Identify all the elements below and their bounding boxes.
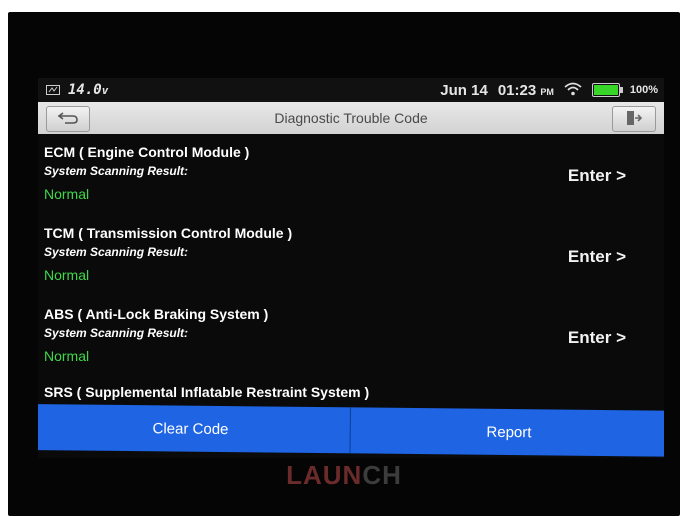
wifi-icon [564,82,582,99]
exit-button[interactable] [612,106,656,132]
system-row-abs: ABS ( Anti-Lock Braking System ) System … [38,298,664,379]
brand-logo: LAUNCH [286,460,402,490]
status-text: Normal [44,186,90,202]
back-arrow-icon [57,111,79,128]
title-bar: Diagnostic Trouble Code [38,102,664,134]
battery-icon [591,83,623,97]
battery-percent: 100% [629,84,658,96]
back-button[interactable] [46,106,90,132]
status-bar: 14.0v Jun 14 01:23 PM 100% [38,78,664,102]
status-date: Jun 14 [440,81,488,99]
system-name: ECM ( Engine Control Module ) [44,144,250,160]
status-text: Normal [44,267,90,283]
scan-result-label: System Scanning Result: [44,245,189,259]
exit-door-icon [625,110,643,129]
scan-result-label: System Scanning Result: [44,326,189,340]
system-list: ECM ( Engine Control Module ) System Sca… [38,136,664,400]
voltage-icon [46,82,60,98]
report-button[interactable]: Report [350,407,664,456]
enter-button-abs[interactable]: Enter > [568,328,626,348]
system-row-tcm: TCM ( Transmission Control Module ) Syst… [38,217,664,298]
enter-button-tcm[interactable]: Enter > [568,247,626,267]
system-name: ABS ( Anti-Lock Braking System ) [44,306,269,322]
status-text: Normal [44,348,90,364]
system-row-ecm: ECM ( Engine Control Module ) System Sca… [38,136,664,217]
device-bezel: 14.0v Jun 14 01:23 PM 100% Diagnostic Tr… [8,12,680,516]
bottom-action-bar: Clear Code Report [38,404,664,457]
system-name: TCM ( Transmission Control Module ) [44,225,293,241]
status-time: 01:23 PM [497,81,554,99]
page-title: Diagnostic Trouble Code [274,110,428,126]
clear-code-button[interactable]: Clear Code [38,404,349,453]
scan-result-label: System Scanning Result: [44,164,189,178]
system-row-srs[interactable]: SRS ( Supplemental Inflatable Restraint … [38,379,664,400]
enter-button-ecm[interactable]: Enter > [568,166,626,186]
screen: 14.0v Jun 14 01:23 PM 100% Diagnostic Tr… [38,78,664,458]
system-name: SRS ( Supplemental Inflatable Restraint … [44,384,370,400]
voltage-reading: 14.0v [68,82,109,98]
